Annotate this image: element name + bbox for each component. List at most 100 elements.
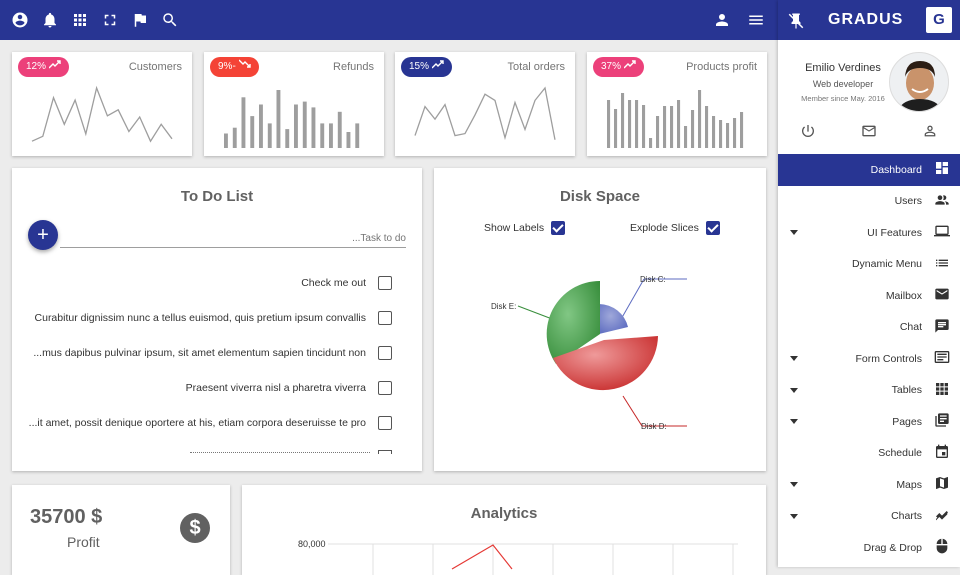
unpin-icon[interactable] — [786, 11, 806, 31]
apps-grid-icon[interactable] — [70, 10, 90, 30]
list-icon — [934, 255, 950, 274]
sidebar-item-dynamic-menu[interactable]: Dynamic Menu — [778, 249, 960, 281]
sparkbar — [740, 112, 744, 148]
todo-title: To Do List — [180, 188, 254, 205]
stat-title: Refunds — [333, 61, 374, 73]
sidebar-item-form-controls[interactable]: Form Controls — [778, 343, 960, 375]
todo-checkbox[interactable] — [378, 311, 392, 325]
sidebar-item-maps[interactable]: Maps — [778, 469, 960, 501]
todo-checkbox[interactable] — [378, 416, 392, 430]
sidebar-item-label: Form Controls — [855, 352, 922, 365]
disk-d-label: Disk D: — [641, 422, 667, 431]
stat-card-products-profit: 37% Products profit — [587, 52, 767, 156]
sparkline-chart — [607, 90, 744, 148]
sparkbar — [267, 123, 272, 148]
sparkbar — [691, 110, 695, 148]
stat-badge-value: 37% — [601, 61, 622, 72]
search-icon[interactable] — [160, 10, 180, 30]
sparkbar — [684, 126, 688, 148]
todo-item[interactable]: Check me out — [301, 273, 392, 293]
sparkbar — [311, 107, 316, 148]
sparkbar — [224, 133, 228, 148]
caret-down-icon — [790, 230, 798, 235]
flag-icon[interactable] — [130, 10, 150, 30]
trending-up-icon — [48, 57, 61, 77]
sidebar-item-pages[interactable]: Pages — [778, 406, 960, 438]
sidebar-item-chat[interactable]: Chat — [778, 312, 960, 344]
todo-item[interactable]: Curabitur dignissim nunc a tellus euismo… — [35, 308, 392, 328]
bell-icon[interactable] — [40, 10, 60, 30]
sidebar-item-label: UI Features — [867, 226, 922, 239]
todo-item[interactable]: ...mus dapibus pulvinar ipsum, sit amet … — [33, 343, 392, 363]
sparkbar — [719, 120, 723, 148]
brand-logo: G — [926, 7, 952, 33]
todo-checkbox[interactable] — [378, 381, 392, 395]
disk-c-slice[interactable] — [599, 304, 628, 334]
sparkbar — [337, 111, 342, 148]
sidebar-item-dashboard[interactable]: Dashboard — [778, 154, 960, 186]
person-icon[interactable] — [922, 123, 938, 144]
disk-space-title: Disk Space — [559, 188, 641, 205]
mail-icon[interactable] — [861, 123, 877, 144]
stat-badge-value: 15% — [409, 61, 430, 72]
stat-badge: 15% — [401, 57, 453, 77]
charts-icon — [934, 507, 950, 526]
disk-space-card: Disk Space Show Labels Explode Slices Di… — [434, 168, 766, 471]
todo-text-partial — [190, 452, 370, 454]
sparkbar — [607, 100, 611, 148]
sparkbar — [726, 123, 730, 148]
sparkbar — [346, 132, 351, 148]
sparkline-series — [31, 85, 173, 143]
user-name: Emilio Verdines — [805, 62, 881, 74]
show-labels-toggle[interactable]: Show Labels — [484, 221, 566, 235]
todo-item[interactable]: ...it amet, possit denique oportere at h… — [29, 413, 392, 433]
sparkbar — [705, 106, 709, 148]
member-since: Member since May. 2016 — [801, 94, 885, 103]
show-labels-checkbox[interactable] — [551, 221, 566, 235]
sidebar-item-mailbox[interactable]: Mailbox — [778, 280, 960, 312]
power-icon[interactable] — [800, 123, 816, 144]
sidebar-item-users[interactable]: Users — [778, 186, 960, 218]
task-input[interactable] — [60, 230, 406, 248]
person-icon[interactable] — [712, 10, 732, 30]
sparkbar — [329, 123, 333, 148]
chat-icon — [934, 318, 950, 337]
sparkbar — [642, 105, 646, 148]
sidebar-item-charts[interactable]: Charts — [778, 501, 960, 533]
stat-badge: 9%- — [210, 57, 259, 77]
add-task-button[interactable]: + — [28, 220, 58, 250]
todo-item-text: ...it amet, possit denique oportere at h… — [28, 417, 366, 429]
profit-label: Profit — [67, 534, 100, 550]
sparkline-chart — [31, 85, 173, 143]
stat-title: Total orders — [507, 61, 565, 73]
sidebar-item-tables[interactable]: Tables — [778, 375, 960, 407]
sidebar-item-label: Pages — [892, 415, 922, 428]
sparkline-chart — [414, 86, 556, 141]
sidebar-item-label: Schedule — [878, 447, 922, 460]
todo-item-text: Check me out — [301, 277, 366, 289]
account-circle-icon[interactable] — [10, 10, 30, 30]
stat-badge: 12% — [18, 57, 70, 77]
fullscreen-icon[interactable] — [100, 10, 120, 30]
disk-pie-chart: Disk C: Disk E: Disk D: — [491, 275, 687, 431]
menu-icon[interactable] — [746, 10, 766, 30]
sidebar-item-label: Maps — [896, 478, 922, 491]
laptop-icon — [934, 223, 950, 242]
stat-title: Products profit — [686, 61, 757, 73]
sidebar-item-schedule[interactable]: Schedule — [778, 438, 960, 470]
sidebar-item-ui-features[interactable]: UI Features — [778, 217, 960, 249]
dollar-icon: $ — [180, 513, 210, 543]
sparkbar — [320, 123, 325, 148]
stat-card-total-orders: 15% Total orders — [395, 52, 575, 156]
sidebar-item-drag-drop[interactable]: Drag & Drop — [778, 532, 960, 564]
todo-checkbox[interactable] — [378, 276, 392, 290]
todo-checkbox[interactable] — [378, 346, 392, 360]
grid-icon — [934, 381, 950, 400]
brand-name: GRADUS — [828, 11, 904, 28]
todo-row-partial — [378, 450, 392, 454]
todo-item[interactable]: Praesent viverra nisl a pharetra viverra — [186, 378, 392, 398]
sparkbar — [614, 109, 618, 148]
stat-badge-value: 12% — [26, 61, 47, 72]
explode-slices-toggle[interactable]: Explode Slices — [630, 221, 720, 235]
explode-slices-checkbox[interactable] — [705, 221, 720, 235]
